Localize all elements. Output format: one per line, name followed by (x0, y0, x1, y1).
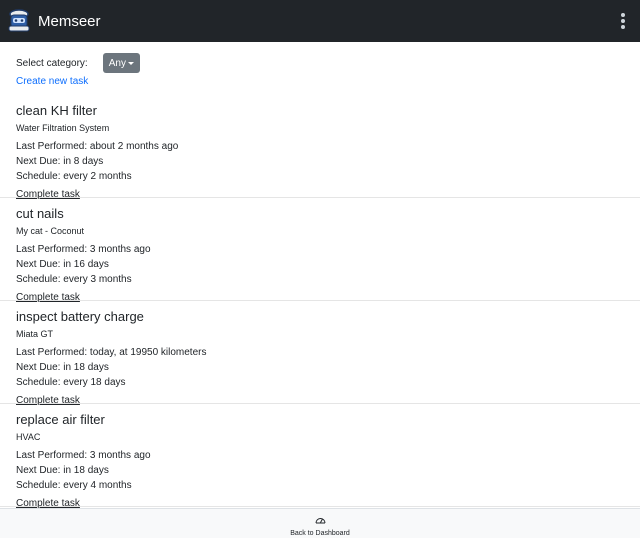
task-last-performed: Last Performed: about 2 months ago (16, 141, 179, 152)
task-schedule: Schedule: every 2 months (16, 171, 132, 182)
task-item: cut nails My cat - Coconut Last Performe… (0, 198, 640, 303)
back-to-dashboard-button[interactable]: Back to Dashboard (0, 508, 640, 538)
category-dropdown[interactable]: Any (102, 53, 140, 73)
navbar: Memseer (0, 0, 640, 42)
task-list: clean KH filter Water Filtration System … (0, 95, 640, 509)
complete-task-link[interactable]: Complete task (16, 393, 80, 408)
create-task-link[interactable]: Create new task (16, 76, 624, 87)
filter-controls: Select category: Any Create new task (0, 42, 640, 87)
task-last-performed: Last Performed: 3 months ago (16, 450, 151, 461)
complete-task-link[interactable]: Complete task (16, 290, 80, 305)
task-schedule: Schedule: every 18 days (16, 377, 126, 388)
task-next-due: Next Due: in 18 days (16, 362, 109, 373)
kebab-menu-icon[interactable] (618, 11, 628, 31)
task-subtitle: Miata GT (16, 329, 54, 339)
caret-down-icon (127, 61, 134, 65)
robot-mascot-icon[interactable] (6, 8, 32, 34)
task-title: cut nails (16, 206, 64, 221)
category-label: Select category: (16, 57, 88, 69)
task-next-due: Next Due: in 8 days (16, 156, 104, 167)
task-title: inspect battery charge (16, 309, 144, 324)
task-next-due: Next Due: in 18 days (16, 465, 109, 476)
task-last-performed: Last Performed: 3 months ago (16, 244, 151, 255)
task-schedule: Schedule: every 3 months (16, 274, 132, 285)
task-subtitle: HVAC (16, 432, 41, 442)
task-schedule: Schedule: every 4 months (16, 480, 132, 491)
task-subtitle: Water Filtration System (16, 123, 110, 133)
task-title: clean KH filter (16, 103, 97, 118)
complete-task-link[interactable]: Complete task (16, 187, 80, 202)
task-subtitle: My cat - Coconut (16, 226, 85, 236)
category-dropdown-value: Any (108, 57, 126, 69)
speedometer-icon (315, 511, 326, 529)
task-item: clean KH filter Water Filtration System … (0, 95, 640, 200)
task-next-due: Next Due: in 16 days (16, 259, 109, 270)
task-last-performed: Last Performed: today, at 19950 kilomete… (16, 347, 207, 358)
task-item: replace air filter HVAC Last Performed: … (0, 404, 640, 509)
task-item: inspect battery charge Miata GT Last Per… (0, 301, 640, 406)
task-title: replace air filter (16, 412, 105, 427)
app-brand[interactable]: Memseer (38, 13, 618, 30)
footer-label: Back to Dashboard (290, 529, 350, 537)
